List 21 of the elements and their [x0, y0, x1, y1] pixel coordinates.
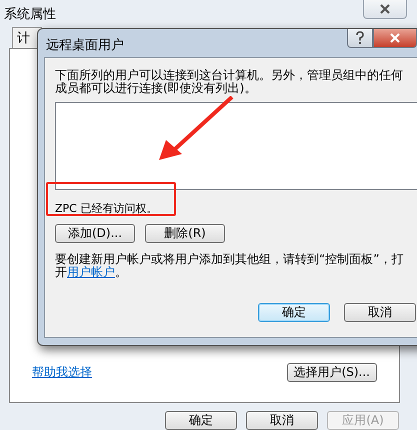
dialog-button[interactable]: 取消	[344, 303, 416, 322]
help-link[interactable]: 帮助我选择	[32, 364, 92, 381]
user-list[interactable]	[55, 102, 417, 190]
list-button[interactable]: 删除(R)	[145, 224, 225, 243]
select-users-button[interactable]: 选择用户(S)...	[286, 363, 377, 382]
hint-text: 要创建新用户帐户或将用户添加到其他组，请转到“控制面板”，打开用户帐户。	[55, 253, 404, 279]
user-accounts-link[interactable]: 用户帐户	[67, 265, 115, 279]
window-title: 系统属性	[4, 6, 56, 23]
close-icon	[389, 33, 401, 43]
close-button[interactable]	[373, 29, 417, 48]
dialog-title: 远程桌面用户	[45, 37, 124, 55]
help-button[interactable]	[347, 29, 373, 48]
dialog-button[interactable]: 确定	[165, 411, 237, 430]
close-button[interactable]	[363, 0, 407, 19]
close-icon	[379, 4, 391, 14]
access-note: ZPC 已经有访问权。	[55, 202, 158, 214]
dialog-button[interactable]: 取消	[246, 411, 318, 430]
list-button[interactable]: 添加(D)...	[55, 224, 135, 243]
help-icon	[355, 31, 365, 45]
description-text: 下面所列的用户可以连接到这台计算机。另外，管理员组中的任何成员都可以进行连接(即使没有列出)。	[55, 69, 404, 95]
dialog-button[interactable]: 确定	[258, 303, 330, 322]
